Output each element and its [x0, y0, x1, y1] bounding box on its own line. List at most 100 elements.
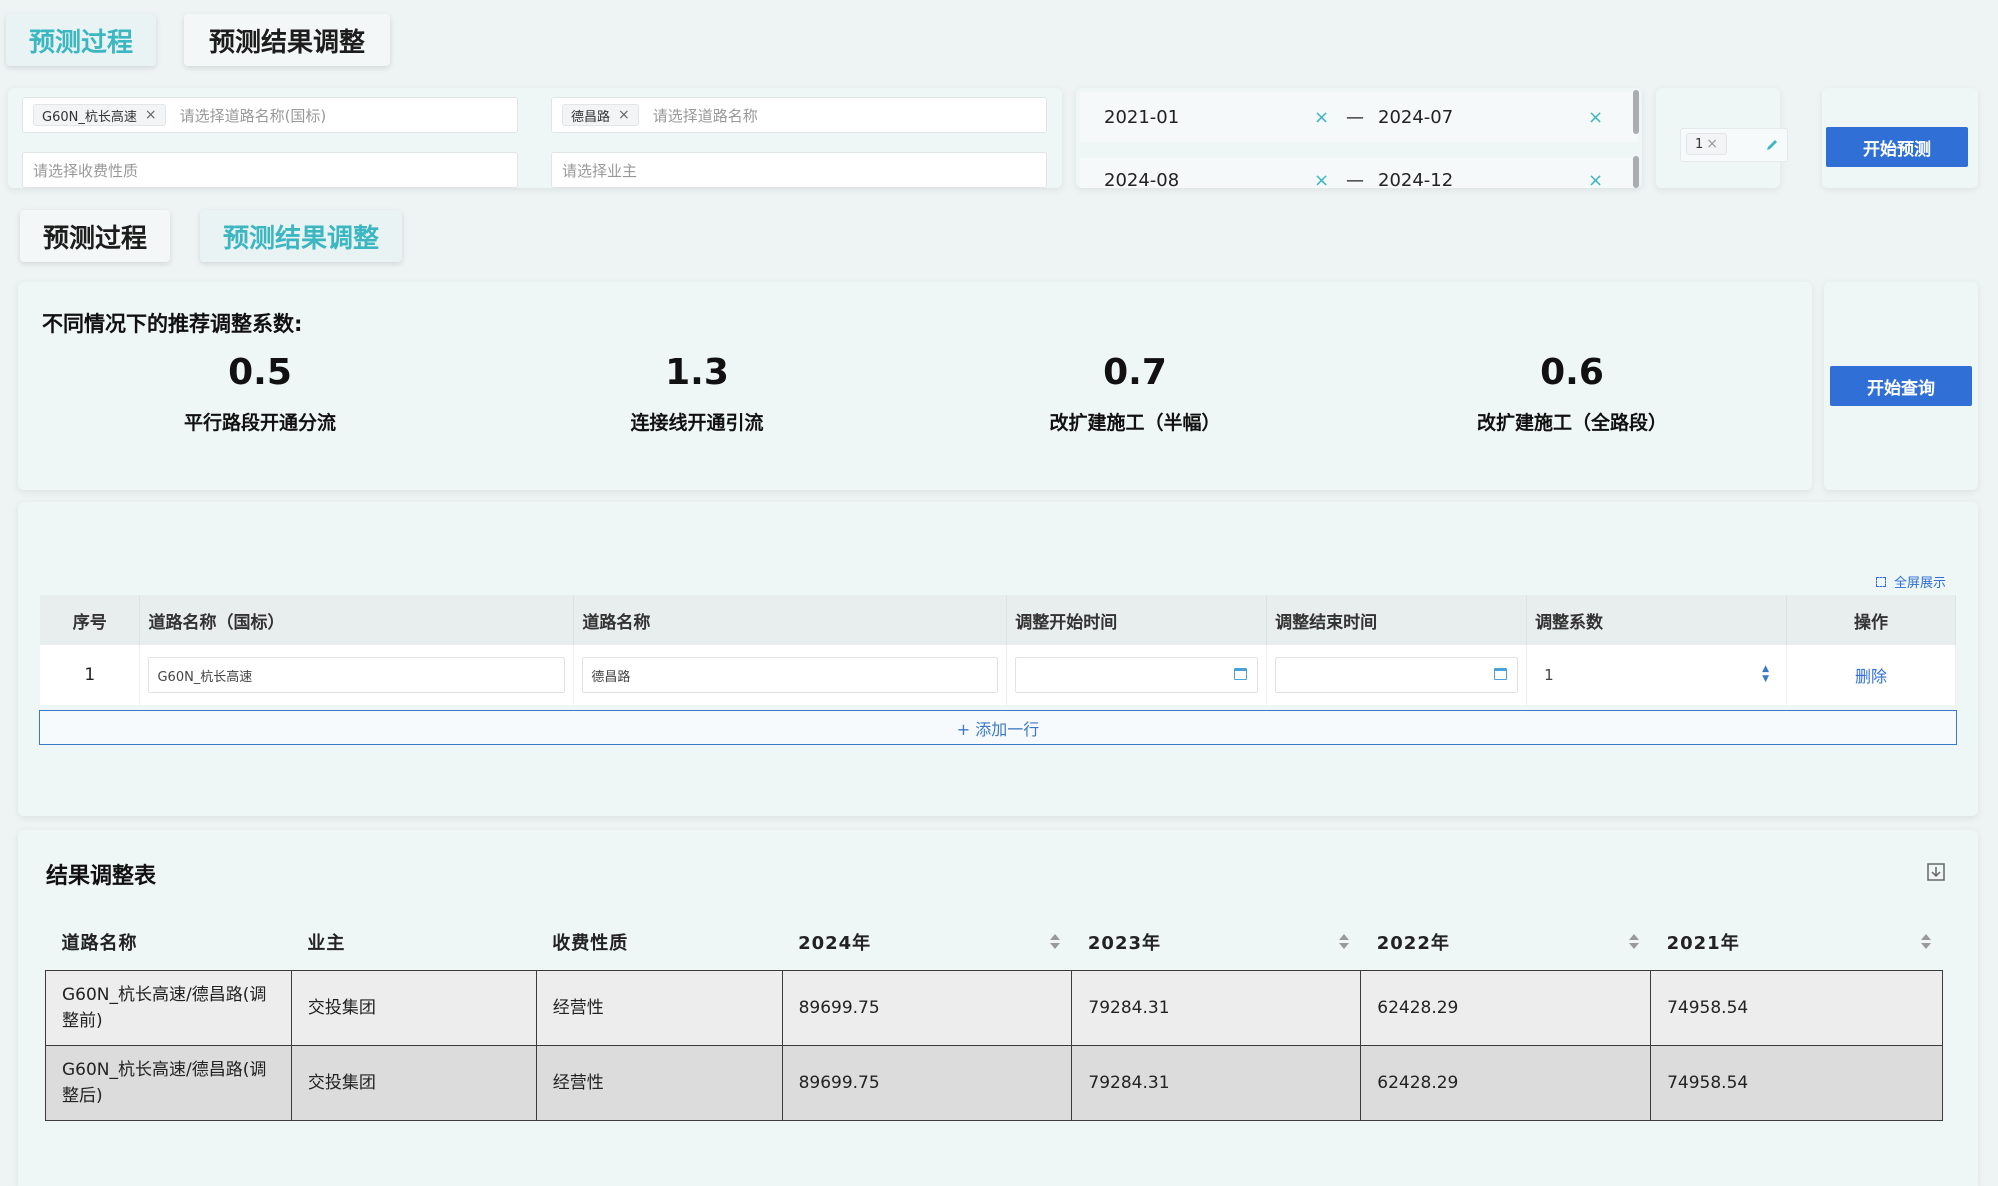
toll-cell: 经营性 — [535, 1044, 783, 1121]
table-row: 1 G60N_杭长高速 德昌路 1 ▲ ▼ 删除 — [40, 645, 1957, 705]
road-cell: G60N_杭长高速/德昌路(调整后) — [45, 1044, 292, 1121]
header-cell: 道路名称 — [45, 914, 292, 970]
clear-icon[interactable]: × — [1314, 107, 1329, 128]
fullscreen-button[interactable]: 全屏展示 — [1876, 572, 1946, 591]
owner-placeholder: 请选择业主 — [562, 161, 638, 180]
coefficient-value: 0.7 — [1103, 352, 1167, 393]
header-cell: 序号 — [40, 595, 141, 645]
header-cell: 收费性质 — [536, 914, 783, 970]
header-cell: 道路名称 — [573, 595, 1008, 645]
coefficient-value: 1.3 — [665, 352, 729, 393]
coefficient-label: 平行路段开通分流 — [183, 412, 336, 434]
result-table: 道路名称 业主 收费性质 2024年 2023年 2022年 2021年 G60… — [45, 914, 1943, 1121]
value-cell: 79284.31 — [1071, 1044, 1362, 1121]
clear-icon[interactable]: × — [1588, 107, 1603, 128]
start-time-cell[interactable] — [1006, 645, 1268, 705]
header-cell: 调整结束时间 — [1266, 595, 1528, 645]
tab-prediction-process[interactable]: 预测过程 — [6, 14, 156, 66]
owner-cell: 交投集团 — [290, 1044, 537, 1121]
add-row-button[interactable]: + 添加一行 — [39, 710, 1957, 745]
coef-stepper[interactable]: 1 ▲ ▼ — [1535, 657, 1778, 693]
action-cell: 删除 — [1786, 645, 1957, 705]
tab-prediction-process-2[interactable]: 预测过程 — [20, 210, 170, 262]
edit-icon[interactable] — [1765, 137, 1779, 151]
table-header-row: 道路名称 业主 收费性质 2024年 2023年 2022年 2021年 — [45, 914, 1943, 970]
download-icon[interactable] — [1926, 862, 1946, 882]
coefficient-value: 0.5 — [228, 352, 292, 393]
coefficient-value: 0.6 — [1540, 352, 1604, 393]
tab-prediction-adjust[interactable]: 预测结果调整 — [184, 14, 390, 66]
coef-cell[interactable]: 1 ▲ ▼ — [1526, 645, 1787, 705]
header-cell: 业主 — [291, 914, 537, 970]
calendar-icon[interactable] — [1494, 668, 1508, 680]
adjust-rows-table: 序号 道路名称（国标） 道路名称 调整开始时间 调整结束时间 调整系数 操作 1… — [40, 595, 1957, 705]
date-separator: — — [1346, 106, 1364, 128]
date-end-1[interactable]: 2024-07 — [1378, 107, 1453, 128]
chip-close-icon[interactable]: × — [1706, 136, 1718, 152]
owner-cell: 交投集团 — [290, 969, 537, 1046]
header-cell: 道路名称（国标） — [139, 595, 575, 645]
end-time-cell[interactable] — [1266, 645, 1528, 705]
date-separator: — — [1346, 170, 1364, 188]
sort-icon[interactable] — [1628, 932, 1639, 952]
start-time-picker[interactable] — [1015, 657, 1259, 693]
date-start-1[interactable]: 2021-01 — [1104, 107, 1179, 128]
coefficient-label: 连接线开通引流 — [630, 412, 764, 434]
row-index: 1 — [40, 645, 141, 705]
road-name-input[interactable]: 德昌路 — [582, 657, 999, 693]
result-title: 结果调整表 — [46, 864, 157, 889]
road-name-select[interactable]: 德昌路 × 请选择道路名称 — [551, 97, 1047, 133]
road-cell: G60N_杭长高速/德昌路(调整前) — [45, 969, 292, 1046]
coefficient-label: 改扩建施工（全路段） — [1476, 412, 1667, 434]
toll-type-select[interactable]: 请选择收费性质 — [22, 152, 518, 188]
value-cell: 89699.75 — [781, 969, 1073, 1046]
header-cell-sortable[interactable]: 2024年 — [782, 914, 1072, 970]
fullscreen-icon — [1876, 576, 1886, 587]
header-cell-sortable[interactable]: 2021年 — [1650, 914, 1943, 970]
road-national-chip: G60N_杭长高速 × — [33, 104, 166, 126]
delete-link[interactable]: 删除 — [1855, 667, 1887, 686]
sort-icon[interactable] — [1338, 932, 1349, 952]
mini-chip: 1 × — [1686, 133, 1728, 155]
clear-icon[interactable]: × — [1588, 170, 1603, 188]
sort-icon[interactable] — [1920, 932, 1931, 952]
value-cell: 74958.54 — [1650, 969, 1943, 1046]
date-panel-scrollbar-2[interactable] — [1633, 156, 1639, 188]
value-cell: 89699.75 — [781, 1044, 1073, 1121]
date-end-2[interactable]: 2024-12 — [1378, 170, 1453, 188]
tab-prediction-adjust-2[interactable]: 预测结果调整 — [200, 210, 402, 262]
calendar-icon[interactable] — [1234, 668, 1248, 680]
coefficient-label: 改扩建施工（半幅） — [1049, 412, 1221, 434]
date-range-row-2[interactable]: 2024-08 × — 2024-12 × — [1080, 158, 1638, 188]
road-national-cell[interactable]: G60N_杭长高速 — [139, 645, 575, 705]
toll-type-placeholder: 请选择收费性质 — [33, 161, 139, 180]
owner-select[interactable]: 请选择业主 — [551, 152, 1047, 188]
start-query-button[interactable]: 开始查询 — [1830, 366, 1972, 406]
road-name-chip: 德昌路 × — [562, 104, 639, 126]
date-range-row-1[interactable]: 2021-01 × — 2024-07 × — [1080, 92, 1638, 142]
header-cell: 操作 — [1786, 595, 1957, 645]
road-national-select[interactable]: G60N_杭长高速 × 请选择道路名称(国标) — [22, 97, 518, 133]
value-cell: 62428.29 — [1360, 1044, 1652, 1121]
date-start-2[interactable]: 2024-08 — [1104, 170, 1179, 188]
coefficient-title: 不同情况下的推荐调整系数: — [42, 312, 303, 336]
header-cell-sortable[interactable]: 2022年 — [1360, 914, 1651, 970]
table-header-row: 序号 道路名称（国标） 道路名称 调整开始时间 调整结束时间 调整系数 操作 — [40, 595, 1957, 645]
chip-close-icon[interactable]: × — [618, 107, 630, 123]
road-name-cell[interactable]: 德昌路 — [573, 645, 1008, 705]
chip-close-icon[interactable]: × — [145, 107, 157, 123]
header-cell-sortable[interactable]: 2023年 — [1071, 914, 1361, 970]
sort-icon[interactable] — [1049, 932, 1060, 952]
stepper-arrows-icon[interactable]: ▲ ▼ — [1762, 664, 1769, 684]
start-predict-button[interactable]: 开始预测 — [1826, 127, 1968, 167]
coef-value: 1 — [1544, 666, 1554, 684]
value-cell: 74958.54 — [1650, 1044, 1943, 1121]
date-panel-scrollbar[interactable] — [1633, 90, 1639, 134]
road-name-placeholder: 请选择道路名称 — [652, 106, 758, 125]
road-national-input[interactable]: G60N_杭长高速 — [148, 657, 566, 693]
value-cell: 79284.31 — [1071, 969, 1362, 1046]
table-row: G60N_杭长高速/德昌路(调整前) 交投集团 经营性 89699.75 792… — [45, 969, 1943, 1046]
clear-icon[interactable]: × — [1314, 170, 1329, 188]
road-national-placeholder: 请选择道路名称(国标) — [179, 106, 327, 125]
end-time-picker[interactable] — [1275, 657, 1519, 693]
